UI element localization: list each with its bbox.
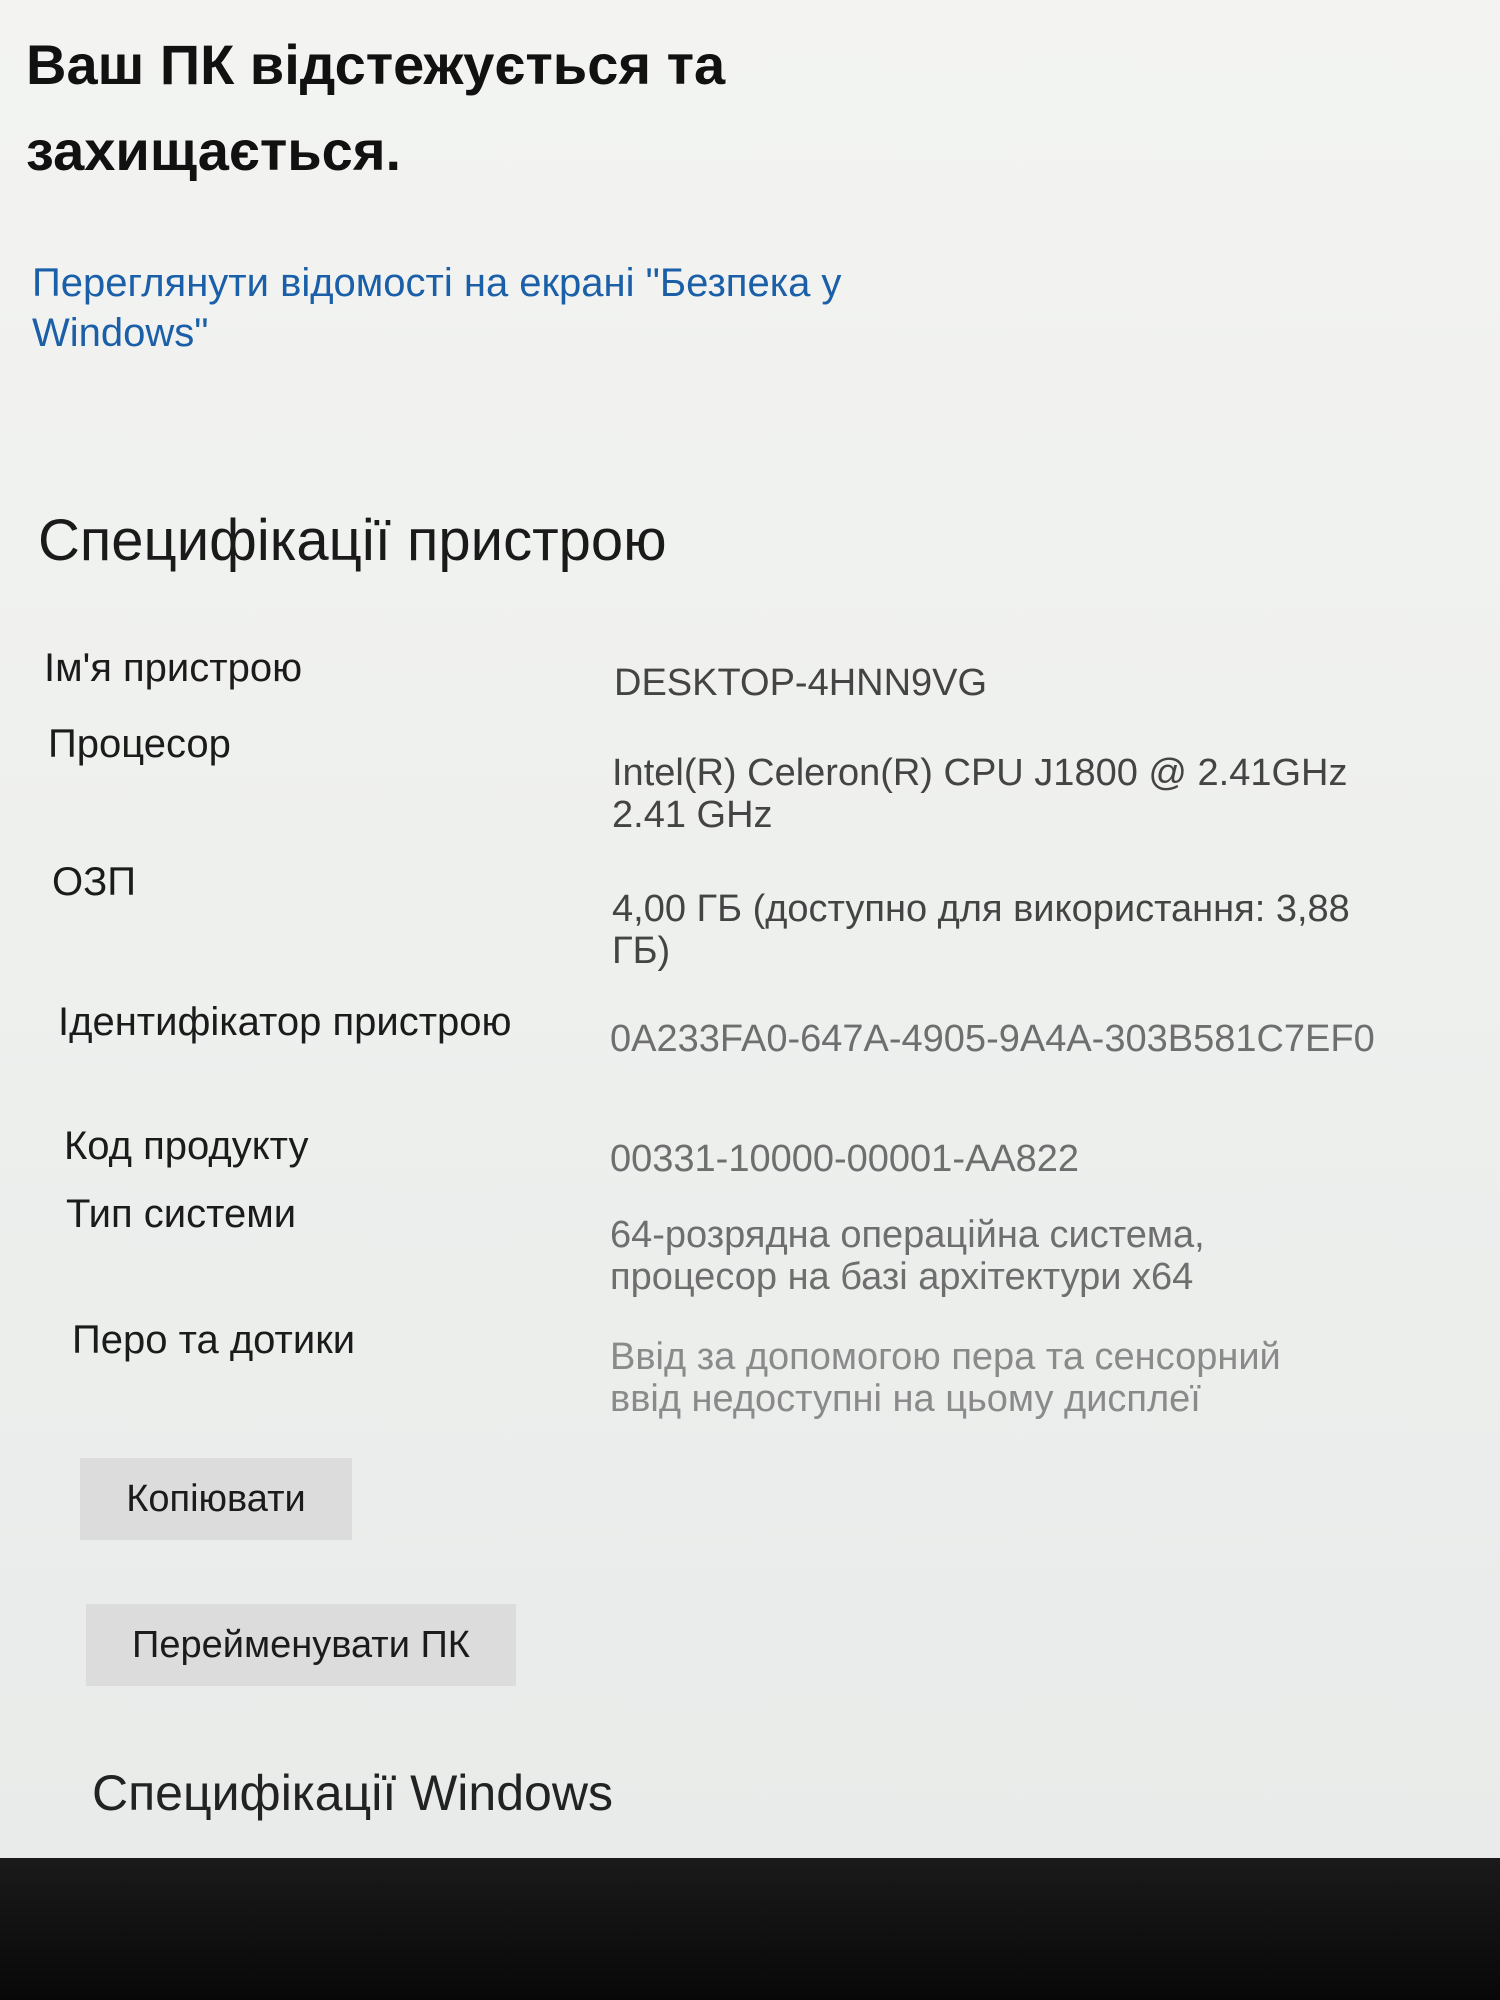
windows-specs-heading: Специфікації Windows [92, 1765, 613, 1821]
spec-label: ОЗП [52, 860, 137, 904]
spec-value: DESKTOP-4HNN9VG [614, 662, 988, 704]
copy-button[interactable]: Копіювати [80, 1458, 352, 1540]
spec-value: 4,00 ГБ (доступно для використання: 3,88… [612, 888, 1350, 972]
device-specs-heading: Специфікації пристрою [38, 508, 667, 573]
spec-value: Ввід за допомогою пера та сенсорний ввід… [610, 1336, 1281, 1420]
spec-value: 64-розрядна операційна система, процесор… [610, 1214, 1205, 1298]
spec-label: Процесор [48, 722, 231, 766]
spec-label: Ім'я пристрою [44, 646, 303, 690]
spec-value: 0A233FA0-647A-4905-9A4A-303B581C7EF0 [610, 1018, 1375, 1060]
spec-label: Ідентифікатор пристрою [58, 1000, 512, 1044]
protection-status-title: Ваш ПК відстежується та захищається. [26, 33, 726, 182]
spec-label: Код продукту [64, 1124, 309, 1168]
spec-value: 00331-10000-00001-AA822 [610, 1138, 1080, 1180]
rename-pc-button[interactable]: Перейменувати ПК [86, 1604, 516, 1686]
monitor-bezel [0, 1858, 1500, 2000]
windows-security-link[interactable]: Переглянути відомості на екрані "Безпека… [32, 258, 992, 358]
settings-about-page: Ваш ПК відстежується та захищається. Пер… [0, 0, 1500, 1858]
spec-value: Intel(R) Celeron(R) CPU J1800 @ 2.41GHz … [612, 752, 1348, 836]
spec-label: Перо та дотики [72, 1318, 356, 1362]
spec-label: Тип системи [66, 1192, 297, 1236]
